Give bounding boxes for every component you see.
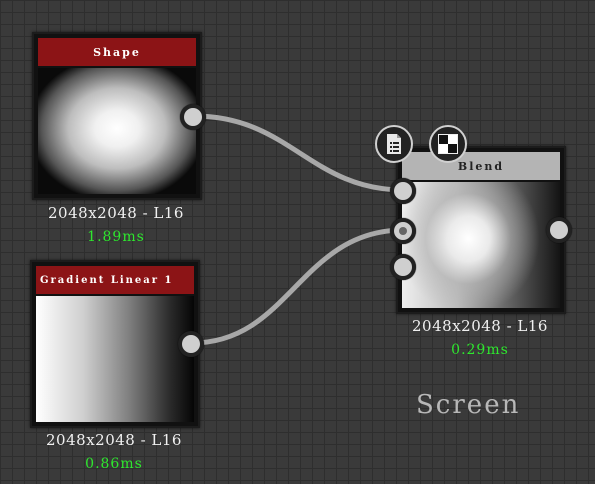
shape-resolution: 2048x2048 - L16 <box>48 204 184 222</box>
blend-preview <box>402 182 560 308</box>
gradient-time: 0.86ms <box>85 456 143 472</box>
gradient-resolution: 2048x2048 - L16 <box>46 431 182 449</box>
blend-input-port-2[interactable] <box>390 218 416 244</box>
blend-node[interactable]: Blend <box>396 146 566 314</box>
wire-gradient-to-blend <box>189 227 407 346</box>
checker-icon[interactable] <box>429 125 467 163</box>
shape-node-title: Shape <box>38 38 196 66</box>
blend-time: 0.29ms <box>451 342 509 358</box>
shape-node[interactable]: Shape <box>32 32 202 200</box>
document-list-icon[interactable] <box>375 125 413 163</box>
blend-node-title: Blend <box>402 152 560 180</box>
blend-resolution: 2048x2048 - L16 <box>412 317 548 335</box>
gradient-preview <box>36 296 194 422</box>
blend-output-port[interactable] <box>546 217 572 243</box>
shape-preview <box>38 68 196 194</box>
shape-time: 1.89ms <box>87 229 145 245</box>
blend-mode-label: Screen <box>416 390 521 420</box>
gradient-node-title: Gradient Linear 1 <box>36 266 194 294</box>
gradient-output-port[interactable] <box>178 331 204 357</box>
blend-input-port-3[interactable] <box>390 254 416 280</box>
node-graph-canvas[interactable]: Shape 2048x2048 - L16 1.89ms Gradient Li… <box>0 0 595 484</box>
blend-input-port-1[interactable] <box>390 178 416 204</box>
gradient-node[interactable]: Gradient Linear 1 <box>30 260 200 428</box>
shape-output-port[interactable] <box>180 104 206 130</box>
wire-shape-to-blend <box>191 113 407 193</box>
